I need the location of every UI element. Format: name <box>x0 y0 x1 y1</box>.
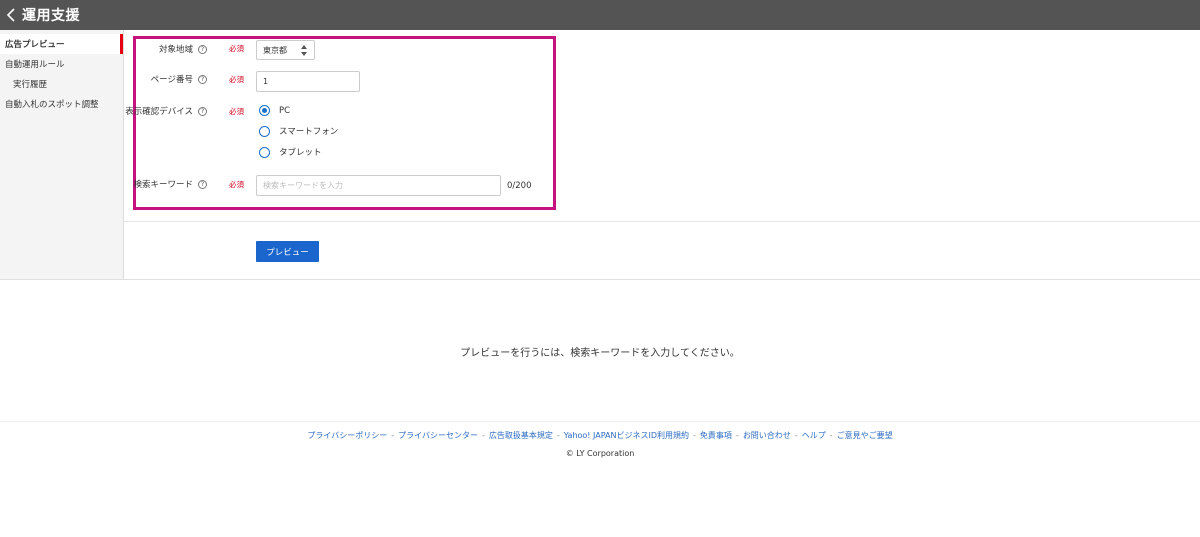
keyword-input[interactable] <box>256 175 501 196</box>
footer-link-contact[interactable]: お問い合わせ <box>743 431 791 440</box>
help-icon[interactable]: ? <box>198 107 207 116</box>
required-badge: 必須 <box>229 107 244 116</box>
device-option-tablet[interactable]: タブレット <box>259 146 322 158</box>
footer-link-privacy-policy[interactable]: プライバシーポリシー <box>307 431 387 440</box>
keyword-label: 検索キーワード? <box>0 178 207 190</box>
page-number-input[interactable] <box>256 71 360 92</box>
footer-links: プライバシーポリシー - プライバシーセンター - 広告取扱基本規定 - Yahoo! JA… <box>307 431 893 440</box>
help-icon[interactable]: ? <box>198 45 207 54</box>
footer-link-disclaimer[interactable]: 免責事項 <box>700 431 732 440</box>
region-select[interactable]: 東京都 <box>256 40 315 60</box>
required-badge: 必須 <box>229 44 244 53</box>
required-badge: 必須 <box>229 75 244 84</box>
device-label: 表示確認デバイス? <box>0 105 207 117</box>
region-label: 対象地域? <box>0 43 207 55</box>
help-icon[interactable]: ? <box>198 180 207 189</box>
app-title: 運用支援 <box>22 8 80 24</box>
preview-instruction-message: プレビューを行うには、検索キーワードを入力してください。 <box>460 348 740 359</box>
page-number-label: ページ番号? <box>0 73 207 85</box>
device-option-smartphone[interactable]: スマートフォン <box>259 125 338 137</box>
sidebar: 広告プレビュー 自動運用ルール 実行履歴 自動入札のスポット調整 <box>0 30 124 279</box>
sidebar-item-auto-rules[interactable]: 自動運用ルール <box>0 54 123 74</box>
radio-button[interactable] <box>259 105 270 116</box>
footer-link-help[interactable]: ヘルプ <box>802 431 826 440</box>
region-select-value: 東京都 <box>263 45 287 55</box>
required-badge: 必須 <box>229 180 244 189</box>
footer-link-feedback[interactable]: ご意見やご要望 <box>837 431 893 440</box>
keyword-char-counter: 0/200 <box>507 181 532 191</box>
chevron-left-icon <box>6 8 15 22</box>
device-option-pc[interactable]: PC <box>259 105 290 116</box>
footer-link-ad-terms[interactable]: 広告取扱基本規定 <box>489 431 553 440</box>
preview-button[interactable]: プレビュー <box>256 241 319 262</box>
footer-divider <box>0 421 1200 422</box>
section-divider <box>0 279 1200 280</box>
radio-button[interactable] <box>259 146 270 158</box>
copyright: © LY Corporation <box>565 449 635 458</box>
help-icon[interactable]: ? <box>198 75 207 84</box>
footer-link-privacy-center[interactable]: プライバシーセンター <box>398 431 478 440</box>
back-button[interactable] <box>0 0 22 30</box>
footer-link-business-id-terms[interactable]: Yahoo! JAPANビジネスID利用規約 <box>564 431 689 440</box>
radio-button[interactable] <box>259 125 270 137</box>
sort-arrows-icon <box>301 45 307 56</box>
top-bar: 運用支援 <box>0 0 1200 30</box>
